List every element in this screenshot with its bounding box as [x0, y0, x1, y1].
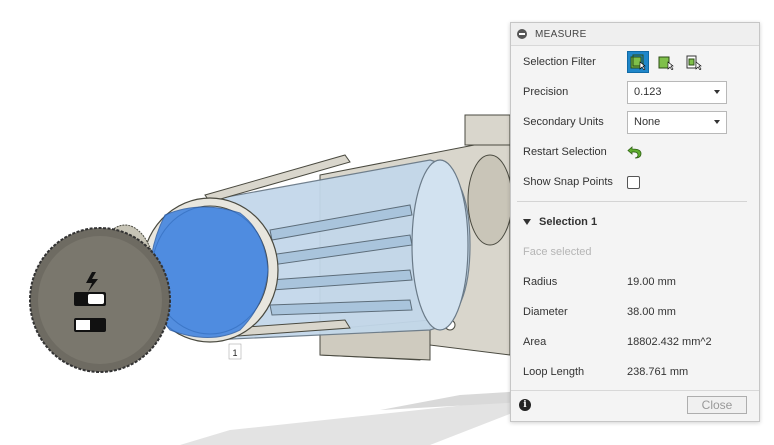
filter-edge-button[interactable] [655, 51, 677, 73]
selection-filter-row: Selection Filter [523, 49, 747, 75]
show-snap-points-checkbox[interactable] [627, 175, 640, 189]
diameter-label: Diameter [523, 306, 568, 318]
selection-status-row: Face selected [523, 239, 747, 265]
precision-label: Precision [523, 86, 569, 98]
dialog-header: MEASURE [511, 23, 759, 46]
loop-length-value: 238.761 mm [627, 366, 689, 378]
selection-marker-label: 1 [232, 348, 237, 358]
measurement-row: Radius 19.00 mm [523, 269, 747, 295]
radius-value: 19.00 mm [627, 276, 676, 288]
selection-status: Face selected [523, 246, 592, 258]
chevron-down-icon [714, 90, 720, 94]
restart-selection-row: Restart Selection [523, 139, 747, 165]
info-icon[interactable]: i [519, 399, 531, 411]
edge-filter-icon [658, 56, 674, 70]
selection-section-header[interactable]: Selection 1 [523, 213, 597, 231]
caret-down-icon [523, 219, 531, 225]
precision-row: Precision 0.123 [523, 79, 747, 105]
diameter-value: 38.00 mm [627, 306, 676, 318]
secondary-units-value: None [634, 116, 661, 128]
precision-value: 0.123 [634, 86, 662, 98]
measurement-row: Loop Length 238.761 mm [523, 359, 747, 385]
restart-selection-button[interactable] [627, 144, 643, 160]
show-snap-points-label: Show Snap Points [523, 176, 613, 188]
restart-selection-label: Restart Selection [523, 146, 607, 158]
secondary-units-row: Secondary Units None [523, 109, 747, 135]
dialog-footer: i Close [511, 390, 759, 421]
section-divider [517, 201, 747, 202]
chevron-down-icon [714, 120, 720, 124]
selection-filter-label: Selection Filter [523, 56, 596, 68]
secondary-units-dropdown[interactable]: None [627, 110, 727, 134]
undo-arrow-icon [627, 146, 642, 159]
face-filter-icon [630, 54, 646, 70]
precision-dropdown[interactable]: 0.123 [627, 80, 727, 104]
knurled-cap [29, 224, 171, 373]
show-snap-points-row: Show Snap Points [523, 169, 747, 195]
area-value: 18802.432 mm^2 [627, 336, 712, 348]
measurement-row: Area 18802.432 mm^2 [523, 329, 747, 355]
secondary-units-label: Secondary Units [523, 116, 604, 128]
area-label: Area [523, 336, 547, 348]
dialog-title: MEASURE [535, 28, 587, 40]
measure-dialog: MEASURE Selection Filter Precision 0.123… [510, 22, 760, 422]
section-title: Selection 1 [539, 216, 598, 228]
collapse-icon[interactable] [517, 29, 527, 39]
body-filter-icon [686, 55, 702, 70]
loop-length-label: Loop Length [523, 366, 585, 378]
filter-face-button[interactable] [627, 51, 649, 73]
filter-body-button[interactable] [683, 51, 705, 73]
close-button[interactable]: Close [687, 396, 747, 414]
radius-label: Radius [523, 276, 558, 288]
measurement-row: Diameter 38.00 mm [523, 299, 747, 325]
